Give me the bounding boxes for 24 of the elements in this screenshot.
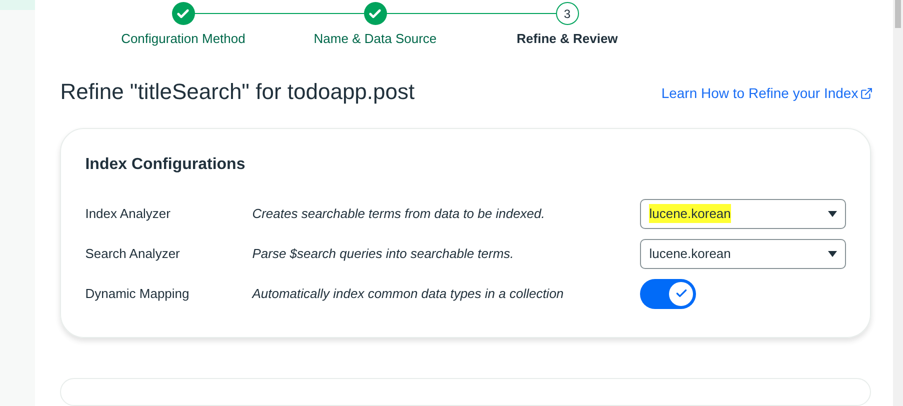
- setting-label: Search Analyzer: [85, 244, 181, 263]
- toggle-switch[interactable]: [640, 278, 696, 308]
- step-label: Name & Data Source: [314, 30, 437, 48]
- select-value: lucene.korean: [649, 244, 731, 263]
- card-heading: Index Configurations: [85, 154, 246, 174]
- page-title: Refine "titleSearch" for todoapp.post: [60, 78, 415, 106]
- setting-label: Dynamic Mapping: [85, 284, 190, 303]
- setting-label: Index Analyzer: [85, 204, 172, 223]
- setting-description: Parse $search queries into searchable terms.: [252, 244, 515, 263]
- caret-icon: [828, 210, 838, 216]
- step-number: 3: [556, 2, 579, 25]
- select-value: lucene.korean: [649, 204, 731, 224]
- sidebar-highlight: [0, 0, 36, 10]
- check-icon: [674, 287, 688, 300]
- scrollbar-thumb[interactable]: [895, 0, 901, 28]
- caret-icon: [828, 250, 838, 256]
- help-link[interactable]: Learn How to Refine your Index: [661, 82, 874, 104]
- setting-description: Automatically index common data types in a collection: [252, 284, 565, 303]
- analyzer-select[interactable]: lucene.korean: [640, 238, 846, 268]
- external-link-icon: [860, 86, 874, 100]
- analyzer-select[interactable]: lucene.korean: [640, 198, 846, 228]
- setting-description: Creates searchable terms from data to be indexed.: [252, 204, 546, 223]
- step-label: Configuration Method: [121, 30, 246, 48]
- step-label: Refine & Review: [516, 30, 618, 48]
